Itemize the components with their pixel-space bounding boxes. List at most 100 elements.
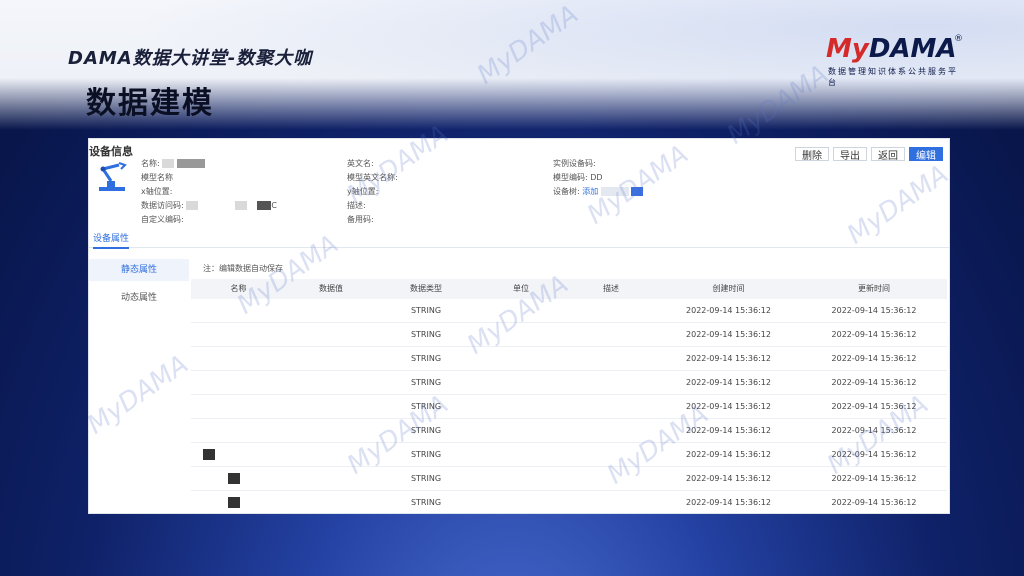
robot-arm-icon [99,162,127,191]
toolbar: 删除 导出 返回 编辑 [795,147,943,162]
row-value[interactable] [286,323,376,346]
row-type: STRING [410,354,442,363]
table-row[interactable]: STRING 2022-09-14 15:36:12 2022-09-14 15… [191,347,947,371]
redacted-value [234,201,247,210]
col-updated: 更新时间 [858,284,890,293]
row-updated: 2022-09-14 15:36:12 [831,426,917,435]
row-type: STRING [410,306,442,315]
row-created: 2022-09-14 15:36:12 [686,498,771,507]
field-custom-code-label: 自定义编码: [141,215,184,224]
table-row[interactable]: STRING 2022-09-14 15:36:12 2022-09-14 15… [191,299,947,323]
row-created: 2022-09-14 15:36:12 [686,378,771,387]
row-updated: 2022-09-14 15:36:12 [831,402,917,411]
access-code-suffix: C [271,201,277,210]
table-row[interactable]: STRING 2022-09-14 15:36:12 2022-09-14 15… [191,395,947,419]
slide-title: 数据建模 [86,86,214,121]
row-updated: 2022-09-14 15:36:12 [831,474,917,483]
side-item-dynamic[interactable]: 动态属性 [89,287,189,309]
field-english-name-label: 英文名: [347,159,374,168]
row-type: STRING [410,330,442,339]
row-value[interactable] [286,299,376,322]
attribute-table: 名称 数据值 数据类型 单位 描述 创建时间 更新时间 STRING 2022-… [191,279,947,513]
col-description: 描述 [603,284,619,293]
redacted-value [162,159,175,168]
row-value[interactable] [286,419,376,442]
row-type: STRING [410,498,442,507]
row-value[interactable] [286,467,376,490]
row-value[interactable] [286,491,376,513]
autosave-note: 注：编辑数据自动保存 [203,264,283,273]
field-device-tree-label: 设备树: [553,187,580,196]
col-type: 数据类型 [410,284,442,293]
table-row[interactable]: STRING 2022-09-14 15:36:12 2022-09-14 15… [191,419,947,443]
row-created: 2022-09-14 15:36:12 [686,354,771,363]
field-backup-code-label: 备用码: [347,215,374,224]
row-updated: 2022-09-14 15:36:12 [831,450,917,459]
row-type: STRING [410,402,442,411]
redacted-value [631,187,644,196]
row-value[interactable] [286,371,376,394]
logo-my: My [826,34,869,64]
row-type: STRING [410,474,442,483]
field-instance-code-label: 实例设备码: [553,159,596,168]
row-name [191,419,286,442]
slide-subtitle: DAMA数据大讲堂-数聚大咖 [68,48,313,69]
row-value[interactable] [286,443,376,466]
row-created: 2022-09-14 15:36:12 [686,474,771,483]
device-info-panel: 设备信息 删除 导出 返回 编辑 名称: 模型名称 x轴位置: 数据访问码: C… [88,138,950,514]
row-created: 2022-09-14 15:36:12 [686,426,771,435]
row-updated: 2022-09-14 15:36:12 [831,354,917,363]
redacted-value [227,473,240,484]
table-row[interactable]: STRING 2022-09-14 15:36:12 2022-09-14 15… [191,323,947,347]
logo-registered: ® [954,34,963,44]
row-created: 2022-09-14 15:36:12 [686,330,771,339]
table-row[interactable]: STRING 2022-09-14 15:36:12 2022-09-14 15… [191,371,947,395]
col-created: 创建时间 [712,284,745,293]
row-name [191,371,286,394]
tab-device-attributes[interactable]: 设备属性 [93,231,130,249]
field-x-pos-label: x轴位置: [141,187,173,196]
row-name [191,323,286,346]
field-y-pos-label: y轴位置: [347,187,379,196]
row-type: STRING [410,450,442,459]
table-row[interactable]: STRING 2022-09-14 15:36:12 2022-09-14 15… [191,491,947,513]
panel-title: 设备信息 [89,145,133,158]
edit-button[interactable]: 编辑 [909,147,943,162]
logo-tagline: 数据管理知识体系公共服务平台 [828,67,958,87]
table-row[interactable]: STRING 2022-09-14 15:36:12 2022-09-14 15… [191,443,947,467]
back-button[interactable]: 返回 [871,147,905,162]
row-value[interactable] [286,347,376,370]
row-value[interactable] [286,395,376,418]
redacted-value [186,201,199,210]
row-name [191,347,286,370]
redacted-value [600,187,629,196]
col-name: 名称 [230,284,247,293]
row-created: 2022-09-14 15:36:12 [686,402,771,411]
row-updated: 2022-09-14 15:36:12 [831,498,917,507]
row-name [191,395,286,418]
field-model-english-name-label: 模型英文名称: [347,173,398,182]
row-name [191,467,286,490]
row-type: STRING [410,378,442,387]
delete-button[interactable]: 删除 [795,147,829,162]
redacted-value [176,159,205,168]
field-model-name-label: 模型名称 [141,173,173,182]
redacted-value [202,449,215,460]
field-model-code-value: DD [590,173,603,182]
export-button[interactable]: 导出 [833,147,867,162]
logo-dama: DAMA [868,34,957,64]
table-row[interactable]: STRING 2022-09-14 15:36:12 2022-09-14 15… [191,467,947,491]
redacted-value [227,497,240,508]
col-value: 数据值 [319,284,343,293]
row-name [191,443,286,466]
row-name [191,299,286,322]
row-name [191,491,286,513]
row-updated: 2022-09-14 15:36:12 [831,378,917,387]
device-tree-add-link[interactable]: 添加 [582,187,598,196]
field-description-label: 描述: [347,201,366,210]
row-updated: 2022-09-14 15:36:12 [831,330,917,339]
row-created: 2022-09-14 15:36:12 [686,450,771,459]
side-item-static[interactable]: 静态属性 [89,259,189,281]
field-model-code-label: 模型编码: [553,173,588,182]
mydama-logo: MyDAMA ® 数据管理知识体系公共服务平台 [826,34,966,87]
